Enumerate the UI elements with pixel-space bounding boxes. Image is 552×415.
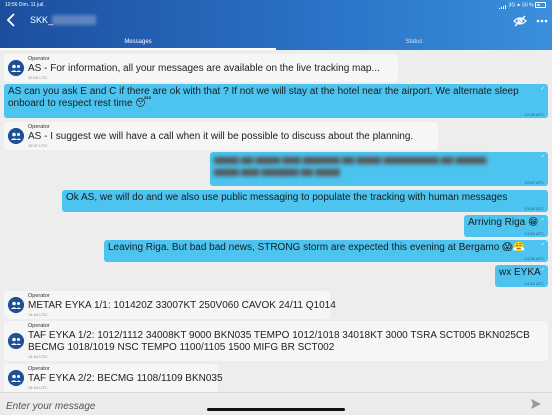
status-time: 10:56 [5, 2, 18, 8]
outgoing-message: Ok AS, we will do and we also use public… [62, 190, 548, 212]
more-dots-icon[interactable] [535, 14, 549, 28]
delivered-check-icon: ✓ [540, 242, 545, 248]
outgoing-message: AS can you ask E and C if there are ok w… [4, 84, 548, 118]
delivered-check-icon: ✓ [540, 86, 545, 92]
message-time: 14:44 UTC [524, 281, 544, 286]
sender-name: Operator [28, 323, 50, 329]
title-redacted-part [52, 15, 96, 25]
message-text: AS - For information, all your messages … [28, 63, 380, 74]
operator-message: Operator AS - For information, all your … [4, 54, 398, 82]
home-indicator [207, 408, 345, 411]
tab-messages[interactable]: Messages [0, 35, 276, 50]
message-text: Leaving Riga. But bad bad news, STRONG s… [108, 242, 525, 253]
group-avatar-icon [8, 297, 24, 313]
message-time: 14:44 UTC [28, 385, 48, 390]
message-text: METAR EYKA 1/1: 101420Z 33007KT 250V060 … [28, 300, 336, 311]
message-text: Arriving Riga 😁 [468, 217, 539, 228]
outgoing-message: wx EYKA ✓ 14:44 UTC [495, 265, 548, 287]
operator-message: Operator TAF EYKA 1/2: 1012/1112 34008KT… [4, 321, 548, 361]
outgoing-message: Leaving Riga. But bad bad news, STRONG s… [104, 240, 548, 262]
message-time: 14:44 UTC [28, 312, 48, 317]
message-composer [0, 392, 552, 415]
message-time: 14:38 UTC [524, 256, 544, 261]
message-text: wx EYKA [499, 267, 541, 278]
network-type: 3G [508, 2, 516, 9]
sender-name: Operator [28, 124, 50, 130]
send-arrow-icon[interactable] [530, 398, 542, 410]
message-time: 12:37 UTC [28, 143, 48, 148]
message-time: 12:28 UTC [524, 112, 544, 117]
operator-message: Operator TAF EYKA 2/2: BECMG 1108/1109 B… [4, 364, 223, 392]
tab-status[interactable]: Status [276, 35, 552, 50]
battery-icon [535, 2, 546, 8]
operator-message: Operator AS - I suggest we will have a c… [4, 122, 438, 150]
delivered-check-icon: ✓ [540, 217, 545, 223]
app-header: 10:56 Dim. 11 juil. 3G ➤ 50 % SKK_ Messa… [0, 0, 552, 50]
group-avatar-icon [8, 370, 24, 386]
outgoing-message-blurred: ▆▆▆▆ ▆▆ ▆▆▆▆ ▆▆▆ ▆▆▆▆▆▆ ▆▆ ▆▆▆▆ ▆▆▆▆▆▆▆▆… [210, 152, 548, 186]
status-time-date: 10:56 Dim. 11 juil. [5, 2, 45, 8]
operator-message: Operator METAR EYKA 1/1: 101420Z 33007KT… [4, 291, 336, 319]
battery-level: 50 % [522, 2, 534, 9]
outgoing-message: Arriving Riga 😁 ✓ 13:53 UTC [464, 215, 548, 237]
sender-name: Operator [28, 366, 50, 372]
delivered-check-icon: ✓ [540, 267, 545, 273]
group-avatar-icon [8, 128, 24, 144]
group-avatar-icon [8, 333, 24, 349]
message-time: 12:26 UTC [28, 75, 48, 80]
message-time: 12:57 UTC [524, 180, 544, 185]
message-input[interactable] [4, 397, 508, 415]
message-text: Ok AS, we will do and we also use public… [66, 192, 508, 203]
eye-slash-icon[interactable] [513, 14, 527, 28]
message-text: TAF EYKA 2/2: BECMG 1108/1109 BKN035 [28, 373, 223, 384]
delivered-check-icon: ✓ [540, 154, 545, 160]
blurred-text: ▆▆▆▆ ▆▆ ▆▆▆▆ ▆▆▆ ▆▆▆▆▆▆ ▆▆ ▆▆▆▆ ▆▆▆▆▆▆▆▆… [214, 155, 487, 164]
blurred-text: ▆▆▆▆ ▆▆▆ ▆▆▆▆▆▆ ▆▆ ▆▆▆▆ [214, 167, 340, 176]
status-bar: 10:56 Dim. 11 juil. 3G ➤ 50 % [0, 0, 552, 10]
message-time: 13:53 UTC [524, 231, 544, 236]
message-time: 14:44 UTC [28, 354, 48, 359]
signal-icon [499, 3, 507, 9]
back-chevron-icon[interactable] [6, 13, 16, 27]
conversation-title: SKK_ [30, 15, 54, 25]
status-date: Dim. 11 juil. [18, 2, 45, 8]
message-time: 13:35 UTC [524, 206, 544, 211]
message-text: AS - I suggest we will have a call when … [28, 131, 414, 142]
sender-name: Operator [28, 56, 50, 62]
location-icon: ➤ [516, 2, 521, 9]
message-text: AS can you ask E and C if there are ok w… [8, 86, 519, 109]
status-indicators: 3G ➤ 50 % [499, 2, 546, 9]
group-avatar-icon [8, 60, 24, 76]
sender-name: Operator [28, 293, 50, 299]
message-text: TAF EYKA 1/2: 1012/1112 34008KT 9000 BKN… [28, 330, 530, 353]
